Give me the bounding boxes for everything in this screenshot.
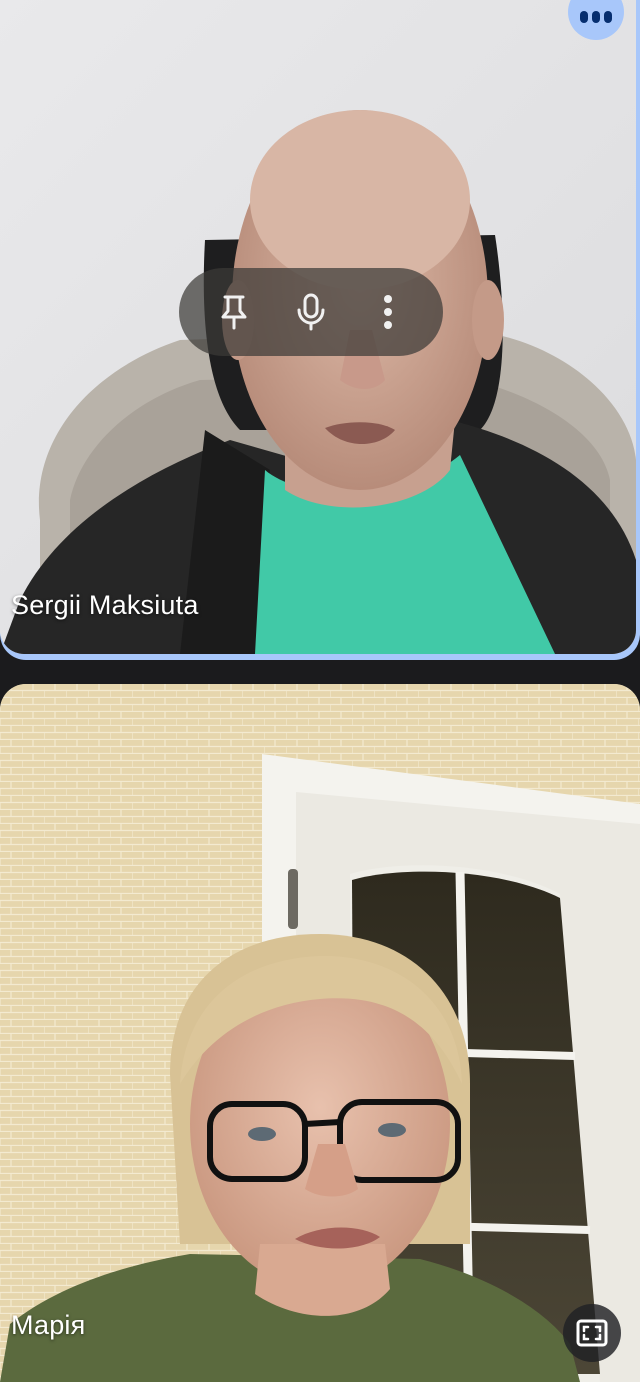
fullscreen-button[interactable] [563,1304,621,1362]
more-vert-icon [384,295,393,329]
participant-tile-mariia[interactable]: Марія [0,684,640,1382]
participant-video-mariia [0,684,640,1382]
participant-tile-sergii[interactable]: Sergii Maksiuta [0,0,640,660]
participant-name-label: Sergii Maksiuta [11,590,199,620]
mute-participant-button[interactable] [281,282,341,342]
fullscreen-icon [576,1319,608,1347]
pin-button[interactable] [204,282,264,342]
video-frame-mariia [0,684,640,1382]
participant-name-label: Марія [11,1310,86,1340]
pin-icon [221,295,247,330]
participant-controls-pill [179,268,443,356]
participant-options-button[interactable] [358,282,418,342]
mic-icon [297,293,325,331]
meeting-screen: Sergii Maksiuta Марія [0,0,640,1382]
more-horiz-icon [580,11,588,23]
